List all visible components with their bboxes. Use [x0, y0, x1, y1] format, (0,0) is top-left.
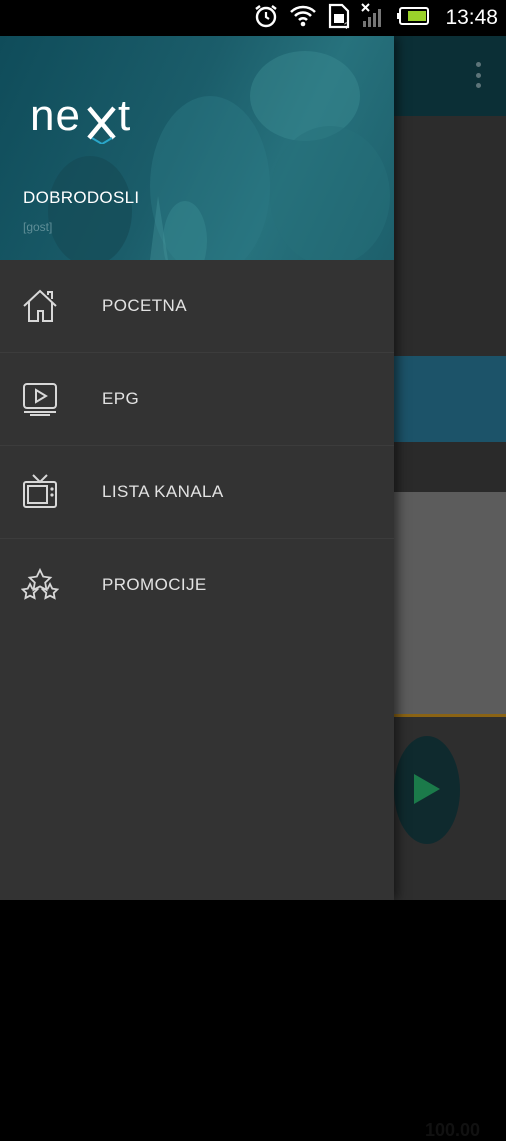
username-text: [gost] [23, 220, 53, 234]
alarm-icon [253, 3, 279, 34]
status-icons: ? 13:48 [253, 0, 498, 36]
sim-card-icon: ? [327, 3, 351, 34]
menu-label-pocetna: POCETNA [102, 296, 187, 315]
menu-item-promocije[interactable]: PROMOCIJE [0, 539, 394, 631]
menu-label-lista-kanala: LISTA KANALA [102, 482, 224, 501]
svg-text:?: ? [344, 21, 349, 29]
drawer-header: ne t DOBRODOSLI [gost] [0, 36, 394, 260]
wifi-icon [289, 4, 317, 33]
menu-label-epg: EPG [102, 389, 140, 408]
battery-icon [397, 5, 431, 32]
home-icon [20, 286, 60, 326]
status-bar: ? 13:48 [0, 0, 506, 36]
play-icon [414, 774, 440, 804]
tv-icon [20, 472, 60, 512]
svg-text:ne: ne [30, 94, 81, 140]
status-time: 13:48 [445, 6, 498, 29]
overflow-menu-icon[interactable] [476, 62, 482, 88]
menu-label-promocije: PROMOCIJE [102, 575, 207, 594]
price-label: 100.00 [424, 1120, 480, 1140]
menu-item-epg[interactable]: EPG [0, 353, 394, 446]
navigation-drawer: ne t DOBRODOSLI [gost] POCETNA EPG LISTA… [0, 36, 394, 900]
svg-text:t: t [118, 94, 130, 140]
welcome-text: DOBRODOSLI [23, 188, 140, 207]
epg-play-icon [20, 379, 60, 419]
menu-item-lista-kanala[interactable]: LISTA KANALA [0, 446, 394, 539]
menu-item-pocetna[interactable]: POCETNA [0, 260, 394, 353]
signal-icon [361, 2, 387, 34]
next-logo: ne t [30, 91, 160, 149]
stars-icon [20, 565, 60, 605]
drawer-menu: POCETNA EPG LISTA KANALA PROMOCIJE [0, 260, 394, 631]
